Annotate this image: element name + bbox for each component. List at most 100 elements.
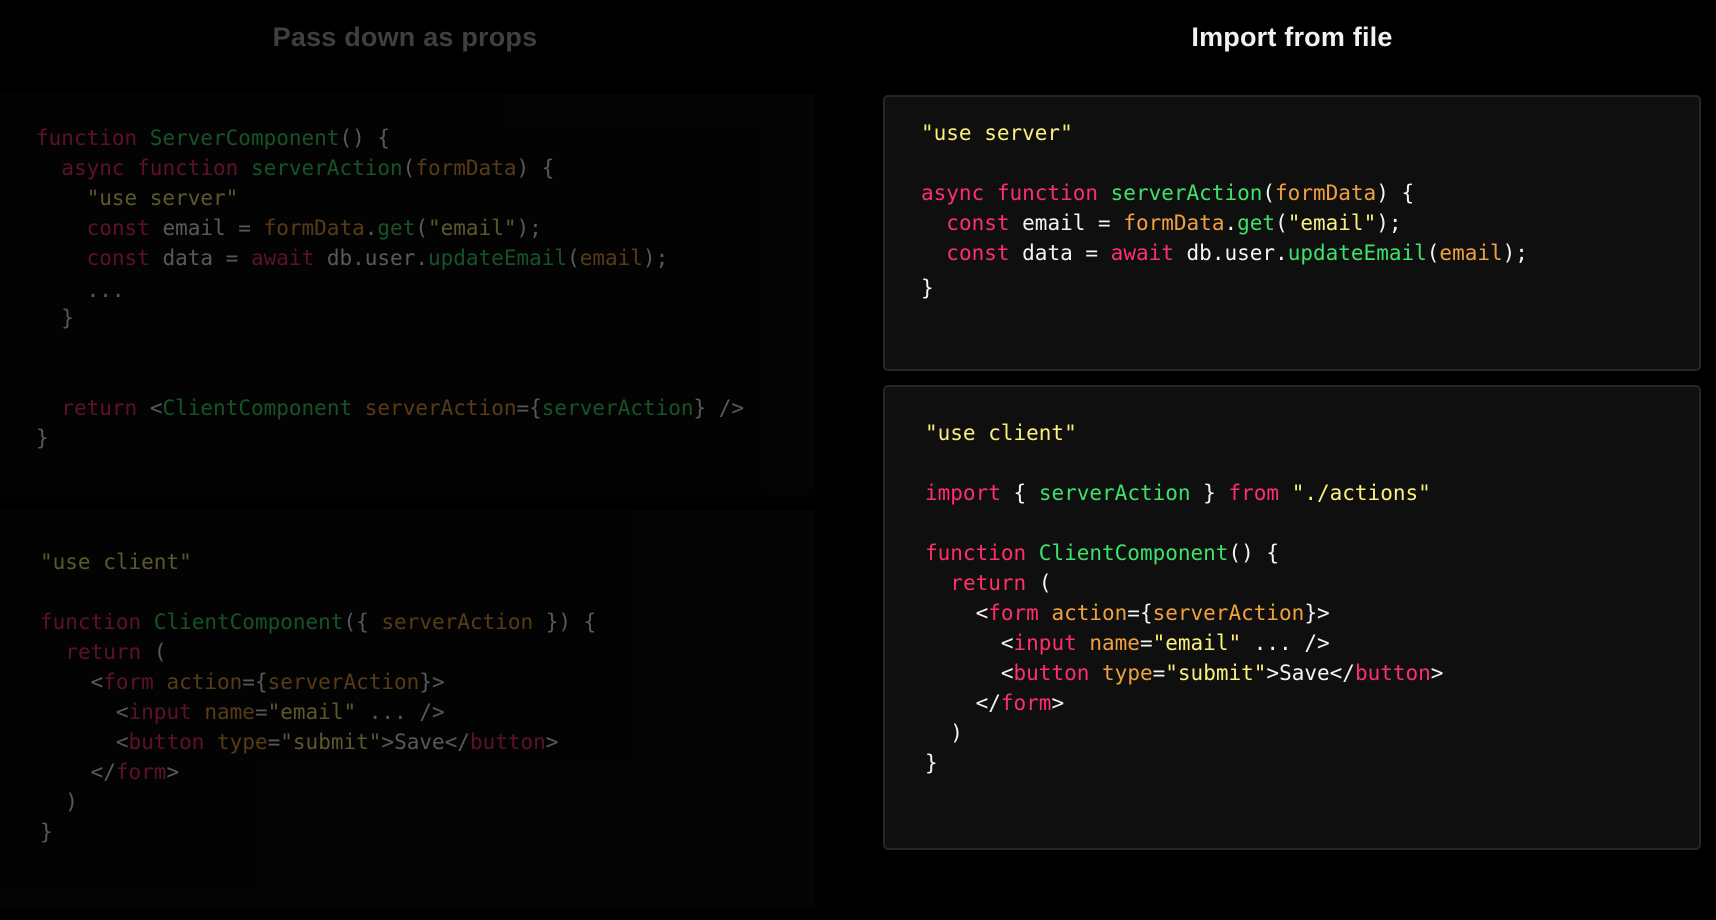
code-line: </form> xyxy=(40,756,180,789)
code-token: return xyxy=(950,571,1039,595)
code-token: return xyxy=(61,396,150,420)
code-token: ( xyxy=(415,216,428,240)
code-token: . xyxy=(364,216,378,240)
code-token: = xyxy=(254,700,268,724)
code-token: await xyxy=(1110,241,1187,265)
code-token: > xyxy=(545,730,559,754)
code-line: async function serverAction(formData) { xyxy=(36,152,554,185)
code-line: function ClientComponent() { xyxy=(925,537,1279,570)
code-token: ); xyxy=(516,216,542,240)
code-line: <button type="submit">Save</button> xyxy=(40,726,559,759)
code-token: ... xyxy=(36,278,125,302)
code-token: "./actions" xyxy=(1291,481,1431,505)
code-token: "email" xyxy=(267,700,357,724)
code-token: action xyxy=(1051,601,1128,625)
code-token: import xyxy=(925,481,1014,505)
heading-pass-down-as-props: Pass down as props xyxy=(272,22,538,52)
code-token: function xyxy=(925,541,1039,565)
code-token: button xyxy=(1354,661,1431,685)
code-token: function xyxy=(40,610,154,634)
code-token: name xyxy=(1089,631,1140,655)
code-line: </form> xyxy=(925,687,1065,720)
code-token: formData xyxy=(415,156,517,180)
code-line: <form action={serverAction}> xyxy=(925,597,1330,630)
code-token: </ xyxy=(925,691,1001,715)
code-token: { xyxy=(1013,481,1039,505)
code-line: const email = formData.get("email"); xyxy=(921,207,1402,240)
heading-import-from-file: Import from file xyxy=(1191,22,1393,52)
code-token: < xyxy=(925,661,1014,685)
code-token: < xyxy=(925,601,989,625)
code-token: "submit" xyxy=(1165,661,1267,685)
code-token: }> xyxy=(419,670,445,694)
code-token: input xyxy=(128,700,205,724)
code-token: = xyxy=(267,730,281,754)
code-token: type xyxy=(217,730,268,754)
code-token: < xyxy=(925,631,1014,655)
code-token: data = xyxy=(162,246,251,270)
code-token: >Save</ xyxy=(1266,661,1355,685)
code-token: formData xyxy=(1123,211,1225,235)
code-token: > xyxy=(166,760,180,784)
code-token: db.user. xyxy=(326,246,428,270)
code-token: ={ xyxy=(516,396,542,420)
code-token: } xyxy=(921,276,934,300)
code-line: return ( xyxy=(925,567,1051,600)
code-token: ) xyxy=(925,721,963,745)
code-line: function ClientComponent({ serverAction … xyxy=(40,606,596,639)
code-token: updateEmail xyxy=(427,246,568,270)
code-token: > xyxy=(1430,661,1444,685)
code-token: ={ xyxy=(242,670,268,694)
code-token: serverAction xyxy=(1038,481,1191,505)
code-token: ... /> xyxy=(1241,631,1330,655)
code-token: () { xyxy=(339,126,391,150)
code-token: return xyxy=(65,640,154,664)
code-token: "email" xyxy=(1152,631,1242,655)
code-token: serverAction xyxy=(250,156,403,180)
code-token: async function xyxy=(61,156,251,180)
code-token: </ xyxy=(40,760,116,784)
code-line: "use client" xyxy=(40,546,192,579)
code-token: ( xyxy=(1038,571,1052,595)
code-token: "use client" xyxy=(925,421,1077,445)
code-token: button xyxy=(469,730,546,754)
code-token: }> xyxy=(1304,601,1330,625)
code-token: input xyxy=(1013,631,1090,655)
code-token: ); xyxy=(1376,211,1402,235)
code-token: ( xyxy=(1426,241,1440,265)
code-line: "use server" xyxy=(36,182,239,215)
code-token: form xyxy=(988,601,1052,625)
code-token: . xyxy=(1224,211,1238,235)
code-line: } xyxy=(36,422,49,455)
code-token: formData xyxy=(263,216,365,240)
code-token: } /> xyxy=(693,396,745,420)
code-token: get xyxy=(377,216,416,240)
code-token: ( xyxy=(1275,211,1288,235)
code-line: } xyxy=(36,302,74,335)
code-token: = xyxy=(1139,631,1153,655)
code-token: ( xyxy=(567,246,580,270)
code-token: "submit" xyxy=(280,730,382,754)
code-line: "use client" xyxy=(925,417,1077,450)
code-token: < xyxy=(149,396,163,420)
code-token: email = xyxy=(1022,211,1124,235)
code-token: "email" xyxy=(428,216,517,240)
code-token: updateEmail xyxy=(1287,241,1427,265)
code-token: ( xyxy=(402,156,416,180)
code-token: from xyxy=(1228,481,1292,505)
code-token: await xyxy=(250,246,327,270)
code-token: ); xyxy=(642,246,669,270)
code-line: return ( xyxy=(40,636,166,669)
code-token: form xyxy=(103,670,167,694)
code-panel-right-server: "use server" async function serverAction(… xyxy=(883,95,1701,371)
code-token: serverAction xyxy=(364,396,517,420)
code-token: < xyxy=(40,670,104,694)
code-token: ); xyxy=(1502,241,1528,265)
code-token: ={ xyxy=(1127,601,1153,625)
code-line: <button type="submit">Save</button> xyxy=(925,657,1444,690)
code-token: action xyxy=(166,670,243,694)
